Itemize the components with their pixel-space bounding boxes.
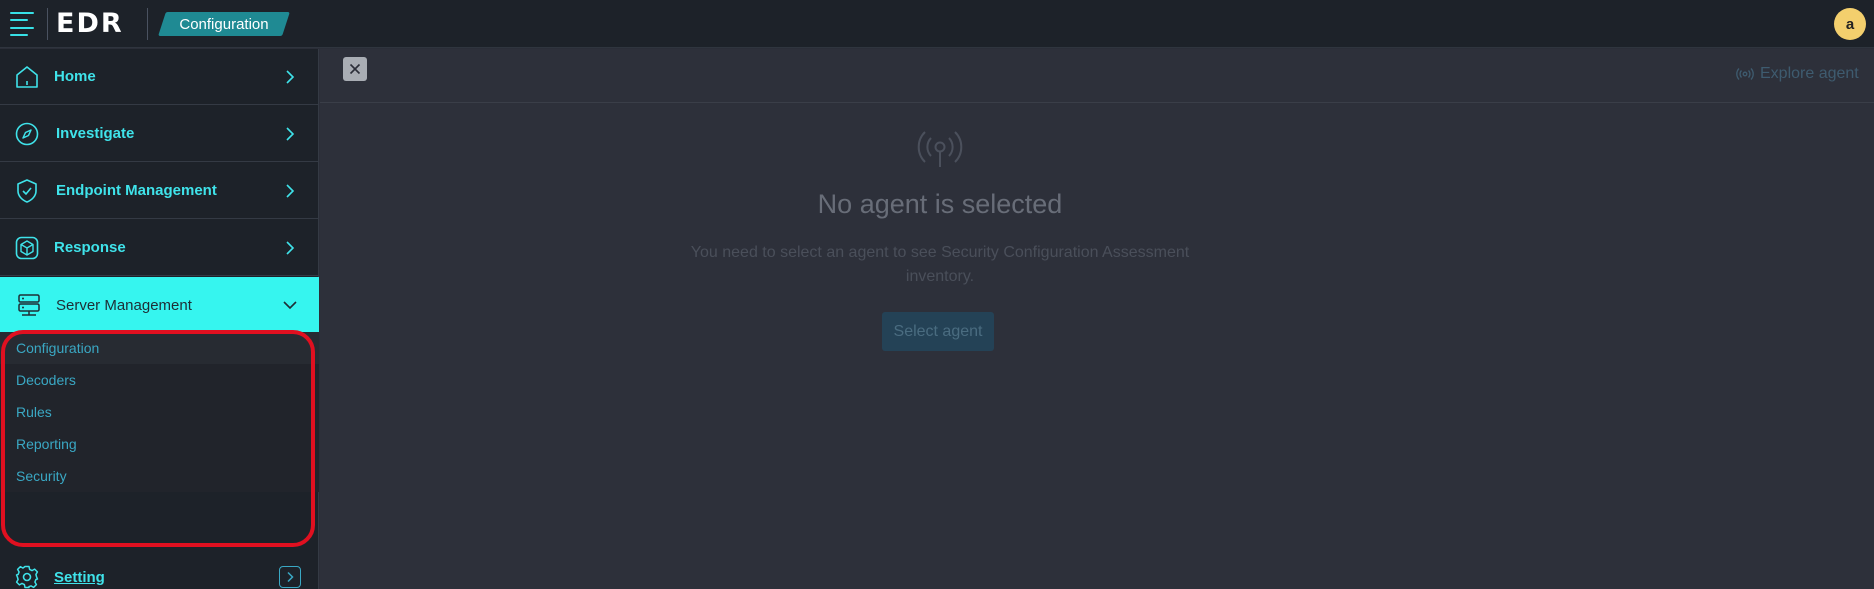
expand-button[interactable]: [279, 566, 301, 588]
top-bar: EDR Configuration a: [0, 0, 1874, 48]
submenu-item-reporting[interactable]: Reporting: [0, 428, 319, 460]
sidebar: Home Investigate Endpoint Management Res…: [0, 49, 319, 589]
main-content: Explore agent No agent is selected You n…: [320, 49, 1874, 589]
home-icon: [16, 65, 38, 88]
sidebar-item-endpoint-management[interactable]: Endpoint Management: [0, 163, 319, 219]
close-icon: [349, 63, 361, 75]
sidebar-item-home[interactable]: Home: [0, 49, 319, 105]
explore-agent-button[interactable]: Explore agent: [1736, 65, 1859, 83]
sidebar-item-server-management[interactable]: Server Management: [0, 277, 319, 333]
server-icon: [18, 294, 40, 316]
submenu-item-rules[interactable]: Rules: [0, 396, 319, 428]
server-management-submenu: Configuration Decoders Rules Reporting S…: [0, 332, 319, 492]
chevron-right-icon: [286, 183, 295, 198]
sidebar-item-label: Home: [54, 68, 96, 85]
chevron-right-icon: [287, 571, 294, 583]
divider: [147, 8, 148, 40]
empty-state-title: No agent is selected: [817, 189, 1063, 219]
sidebar-item-response[interactable]: Response: [0, 220, 319, 276]
breadcrumb[interactable]: Configuration: [158, 12, 290, 36]
avatar[interactable]: a: [1834, 8, 1866, 40]
chevron-right-icon: [286, 126, 295, 141]
sidebar-item-label: Response: [54, 239, 126, 256]
divider: [47, 8, 48, 40]
explore-agent-label: Explore agent: [1760, 65, 1859, 82]
chevron-right-icon: [286, 240, 295, 255]
cube-icon: [15, 236, 39, 259]
select-agent-button[interactable]: Select agent: [882, 312, 994, 351]
submenu-item-security[interactable]: Security: [0, 460, 319, 492]
sidebar-item-label: Server Management: [56, 296, 192, 314]
submenu-item-decoders[interactable]: Decoders: [0, 364, 319, 396]
app-logo: EDR: [56, 8, 124, 39]
sidebar-item-label: Setting: [54, 568, 105, 586]
sidebar-item-setting[interactable]: Setting: [0, 549, 319, 589]
close-button[interactable]: [343, 57, 367, 81]
antenna-icon: [917, 131, 963, 167]
sidebar-item-label: Investigate: [56, 125, 135, 142]
empty-state-description: You need to select an agent to see Secur…: [690, 244, 1190, 285]
compass-icon: [15, 122, 39, 145]
main-header: Explore agent: [320, 49, 1874, 103]
submenu-item-configuration[interactable]: Configuration: [0, 332, 319, 364]
broadcast-icon: [1736, 68, 1754, 80]
breadcrumb-label: Configuration: [179, 15, 269, 33]
shield-check-icon: [17, 178, 37, 203]
gear-icon: [15, 565, 39, 589]
sidebar-item-label: Endpoint Management: [56, 182, 217, 199]
sidebar-item-investigate[interactable]: Investigate: [0, 106, 319, 162]
chevron-down-icon: [283, 301, 297, 310]
chevron-right-icon: [286, 69, 295, 84]
menu-icon[interactable]: [10, 12, 38, 36]
